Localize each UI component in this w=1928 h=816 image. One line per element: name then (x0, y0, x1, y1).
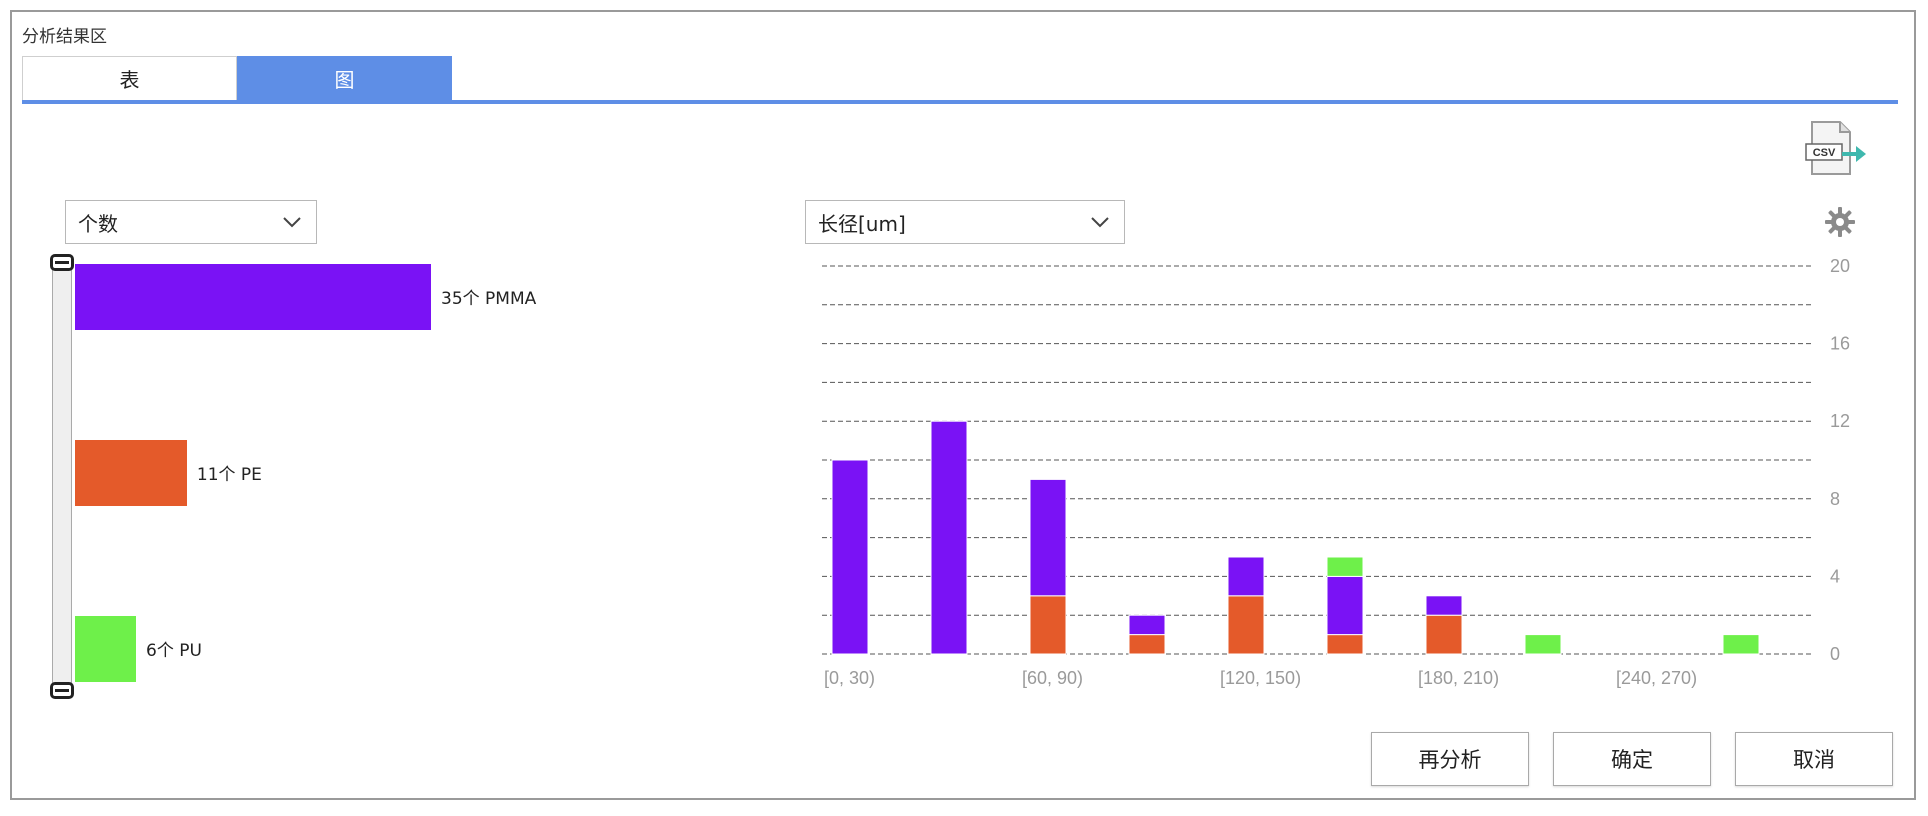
axis-select[interactable]: 长径[um] (805, 200, 1125, 244)
tab-bar: 表 图 (22, 56, 452, 100)
bar-pe (75, 440, 187, 506)
histogram-bar-segment (1425, 595, 1463, 616)
ok-button[interactable]: 确定 (1553, 732, 1711, 786)
histogram-bar-segment (1128, 634, 1166, 655)
reanalyze-button[interactable]: 再分析 (1371, 732, 1529, 786)
chevron-down-icon (1091, 217, 1109, 228)
y-tick-label: 4 (1830, 566, 1840, 586)
material-count-chart: 35个 PMMA 11个 PE 6个 PU (75, 264, 750, 687)
histogram-bar-segment (930, 420, 968, 655)
panel-title: 分析结果区 (22, 27, 107, 47)
histogram-bar-segment (1326, 556, 1364, 577)
x-tick-label: [0, 30) (824, 668, 875, 688)
y-tick-label: 0 (1830, 644, 1840, 664)
chevron-down-icon (283, 217, 301, 228)
cancel-button[interactable]: 取消 (1735, 732, 1893, 786)
x-tick-label: [60, 90) (1022, 668, 1083, 688)
histogram-bar-segment (1029, 595, 1067, 655)
analysis-result-panel: 分析结果区 表 图 CSV 个数 长径[um] 35个 PMMA 11个 PE … (10, 10, 1916, 800)
csv-icon-text: CSV (1813, 147, 1836, 159)
bar-label-pe: 11个 PE (196, 465, 262, 485)
y-tick-label: 12 (1830, 411, 1850, 431)
x-tick-label: [180, 210) (1418, 668, 1499, 688)
histogram-bar-segment (1128, 614, 1166, 636)
y-tick-label: 20 (1830, 258, 1850, 276)
y-tick-label: 16 (1830, 334, 1850, 354)
bar-pu (75, 616, 137, 682)
range-slider-track[interactable] (52, 258, 72, 688)
length-histogram: 0 4 8 12 16 20 [0, 30) [60, 90) [120, 150) [180, … (822, 258, 1850, 688)
histogram-bar-segment (1227, 556, 1265, 597)
gear-icon[interactable] (1822, 204, 1858, 240)
range-slider-top-handle[interactable] (50, 254, 74, 271)
bar-label-pu: 6个 PU (146, 641, 202, 661)
x-tick-label: [240, 270) (1616, 668, 1697, 688)
y-tick-label: 8 (1830, 489, 1840, 509)
histogram-bar-segment (1326, 634, 1364, 655)
histogram-bar-segment (1524, 634, 1562, 655)
axis-select-value: 长径[um] (818, 211, 906, 236)
histogram-bar-segment (1227, 595, 1265, 655)
range-slider-bottom-handle[interactable] (50, 682, 74, 699)
metric-select-value: 个数 (78, 211, 118, 236)
tab-chart[interactable]: 图 (237, 56, 452, 100)
csv-export-icon[interactable]: CSV (1802, 120, 1868, 178)
x-tick-label: [120, 150) (1220, 668, 1301, 688)
histogram-bar-segment (1326, 575, 1364, 636)
histogram-bar-segment (1722, 634, 1760, 655)
bar-label-pmma: 35个 PMMA (441, 289, 537, 309)
bar-pmma (75, 264, 431, 330)
metric-select[interactable]: 个数 (65, 200, 317, 244)
tab-table[interactable]: 表 (22, 56, 237, 100)
histogram-bar-segment (831, 459, 869, 655)
histogram-bar-segment (1425, 614, 1463, 655)
tab-underline (22, 100, 1898, 104)
histogram-bar-segment (1029, 478, 1067, 597)
